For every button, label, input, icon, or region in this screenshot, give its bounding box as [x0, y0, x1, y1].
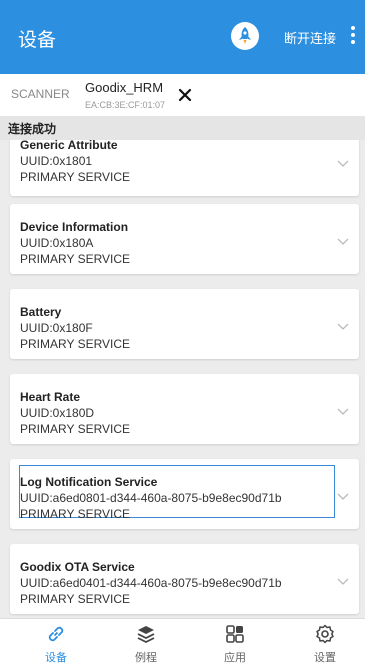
service-type: PRIMARY SERVICE [20, 337, 131, 351]
scanner-bar: SCANNER Goodix_HRM EA:CB:3E:CF:01:07 [0, 74, 365, 117]
service-item-log-notification[interactable]: Log Notification Service UUID:a6ed0801-d… [10, 459, 359, 529]
scanner-tab[interactable]: SCANNER [11, 87, 70, 101]
service-item-goodix-ota[interactable]: Goodix OTA Service UUID:a6ed0401-d344-46… [10, 544, 359, 614]
service-item-device-information[interactable]: Device Information UUID:0x180A PRIMARY S… [10, 204, 359, 274]
connected-device-name: Goodix_HRM [85, 80, 164, 95]
tab-label: 应用 [224, 651, 246, 664]
service-name: Generic Attribute [20, 140, 118, 152]
service-item-battery[interactable]: Battery UUID:0x180F PRIMARY SERVICE [10, 289, 359, 359]
more-menu-icon[interactable] [351, 26, 355, 46]
apps-grid-icon [226, 625, 244, 643]
connection-status-text: 连接成功 [8, 122, 57, 136]
service-uuid: UUID:0x180D [20, 406, 95, 420]
tab-apps[interactable]: 应用 [200, 619, 270, 665]
bottom-nav: 设备 例程 应用 设置 [0, 618, 365, 665]
close-icon[interactable] [178, 87, 192, 106]
connected-device-mac: EA:CB:3E:CF:01:07 [85, 100, 166, 110]
tab-examples[interactable]: 例程 [111, 619, 181, 665]
chevron-down-icon [337, 238, 349, 245]
chevron-down-icon [337, 408, 349, 415]
service-uuid: UUID:0x1801 [20, 154, 93, 168]
service-name: Device Information [20, 220, 129, 234]
link-icon [48, 626, 64, 642]
service-name: Heart Rate [20, 390, 81, 404]
service-uuid: UUID:a6ed0801-d344-460a-8075-b9e8ec90d71… [20, 491, 282, 505]
service-name: Goodix OTA Service [20, 560, 135, 574]
disconnect-button[interactable]: 断开连接 [284, 28, 336, 47]
chevron-down-icon [337, 493, 349, 500]
service-type: PRIMARY SERVICE [20, 592, 131, 606]
chevron-down-icon [337, 323, 349, 330]
service-type: PRIMARY SERVICE [20, 252, 131, 266]
service-item-generic-attribute[interactable]: Generic Attribute UUID:0x1801 PRIMARY SE… [10, 140, 359, 196]
tab-label: 例程 [135, 651, 157, 664]
tab-label: 设置 [314, 651, 336, 664]
connection-status-bar: 连接成功 [0, 116, 365, 140]
service-uuid: UUID:0x180A [20, 236, 94, 250]
service-list[interactable]: Generic Attribute UUID:0x1801 PRIMARY SE… [0, 140, 365, 618]
service-name: Battery [20, 305, 62, 319]
rocket-button[interactable] [231, 22, 259, 50]
service-name: Log Notification Service [20, 475, 158, 489]
page-title: 设备 [18, 29, 57, 51]
layers-icon [137, 626, 155, 644]
service-type: PRIMARY SERVICE [20, 170, 131, 184]
rocket-icon [239, 27, 251, 44]
service-uuid: UUID:0x180F [20, 321, 93, 335]
service-type: PRIMARY SERVICE [20, 507, 131, 521]
gear-icon [316, 624, 334, 644]
service-item-heart-rate[interactable]: Heart Rate UUID:0x180D PRIMARY SERVICE [10, 374, 359, 444]
tab-devices[interactable]: 设备 [21, 619, 91, 665]
tab-settings[interactable]: 设置 [290, 619, 360, 665]
chevron-down-icon [337, 160, 349, 167]
tab-label: 设备 [45, 651, 67, 664]
service-uuid: UUID:a6ed0401-d344-460a-8075-b9e8ec90d71… [20, 576, 282, 590]
chevron-down-icon [337, 578, 349, 585]
app-bar: 设备 断开连接 [0, 0, 365, 74]
service-type: PRIMARY SERVICE [20, 422, 131, 436]
